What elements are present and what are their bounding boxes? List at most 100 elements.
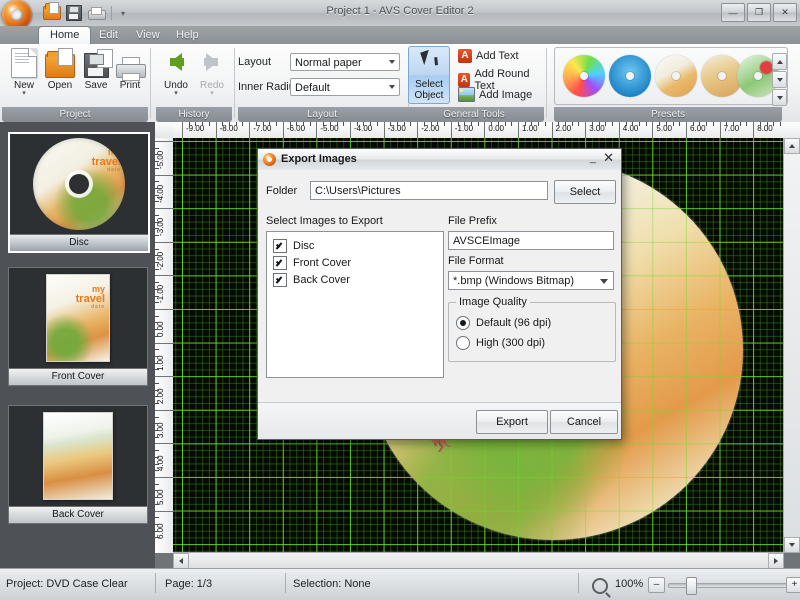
maximize-button[interactable]: ❐: [747, 3, 771, 22]
ruler-minor-tick: [155, 456, 159, 458]
tab-help[interactable]: Help: [165, 26, 210, 44]
ruler-minor-tick: [565, 122, 567, 126]
ruler-minor-tick: [645, 122, 647, 126]
folder-input[interactable]: C:\Users\Pictures: [310, 181, 548, 200]
ruler-minor-tick: [155, 429, 159, 431]
redo-button[interactable]: Redo ▾: [190, 46, 234, 97]
ruler-minor-tick: [497, 122, 499, 126]
ruler-minor-tick: [390, 122, 392, 126]
ruler-tick: [450, 122, 452, 138]
zoom-slider-handle[interactable]: [686, 577, 697, 595]
dialog-minimize-button[interactable]: _: [590, 153, 596, 164]
export-button[interactable]: Export: [476, 410, 548, 434]
add-image-label: Add Image: [479, 88, 533, 101]
status-project: Project: DVD Case Clear: [6, 578, 128, 590]
ruler-minor-tick: [155, 147, 159, 149]
sidebar-item-disc[interactable]: my travel date Disc: [8, 132, 150, 253]
checkbox-row-front-cover[interactable]: Front Cover: [273, 256, 351, 270]
checkbox-row-disc[interactable]: Disc: [273, 239, 314, 253]
ruler-tick: [618, 122, 620, 138]
minimize-button[interactable]: —: [721, 3, 745, 22]
redo-dropdown-caret[interactable]: ▾: [190, 90, 234, 97]
inner-radius-select[interactable]: Default: [290, 78, 400, 96]
canvas-horizontal-scrollbar[interactable]: [173, 552, 784, 569]
status-divider-3: [578, 573, 579, 593]
new-dropdown-caret[interactable]: ▾: [2, 90, 46, 97]
radio-default-quality[interactable]: [456, 316, 470, 330]
presets-scroll-down-button[interactable]: [772, 71, 787, 88]
ruler-minor-tick: [202, 122, 204, 126]
ruler-minor-tick: [706, 122, 708, 126]
ruler-minor-tick: [699, 122, 701, 126]
tab-edit[interactable]: Edit: [88, 26, 129, 44]
checkbox-row-back-cover[interactable]: Back Cover: [273, 273, 350, 287]
checkbox-label-disc: Disc: [293, 240, 315, 252]
checkbox-back-cover[interactable]: [273, 273, 287, 287]
image-quality-group: [448, 302, 616, 362]
add-text-button[interactable]: A Add Text: [458, 49, 519, 63]
ruler-tick: [652, 122, 654, 138]
ruler-minor-tick: [309, 122, 311, 126]
dialog-close-button[interactable]: ✕: [603, 151, 614, 165]
radio-row-high-quality[interactable]: High (300 dpi): [456, 336, 545, 350]
canvas-vertical-scrollbar[interactable]: [783, 138, 800, 553]
ribbon-group-layout: Layout Normal paper Inner Radius Default…: [238, 44, 406, 122]
presets-more-button[interactable]: [772, 89, 787, 106]
layout-select[interactable]: Normal paper: [290, 53, 400, 71]
zoom-out-button[interactable]: –: [648, 577, 665, 593]
ruler-minor-tick: [632, 122, 634, 126]
preset-thumb-2[interactable]: [609, 55, 651, 97]
ruler-minor-tick: [235, 122, 237, 126]
ruler-minor-tick: [155, 329, 159, 331]
sidebar-item-back-cover[interactable]: Back Cover: [8, 405, 148, 524]
presets-scroll-up-button[interactable]: [772, 53, 787, 70]
ruler-minor-tick: [155, 396, 159, 398]
ruler-minor-tick: [470, 122, 472, 126]
ruler-minor-tick: [605, 122, 607, 126]
print-button[interactable]: Print: [108, 46, 152, 91]
select-object-button[interactable]: Select Object: [408, 46, 450, 104]
checkbox-disc[interactable]: [273, 239, 287, 253]
tab-home[interactable]: Home: [38, 26, 92, 45]
ruler-minor-tick: [766, 122, 768, 126]
tab-view[interactable]: View: [125, 26, 171, 44]
scroll-down-button[interactable]: [784, 537, 800, 553]
images-listbox[interactable]: Disc Front Cover Back Cover: [266, 231, 444, 378]
round-text-A-icon: A: [458, 73, 471, 87]
select-folder-button[interactable]: Select: [554, 180, 616, 204]
ruler-minor-tick: [612, 122, 614, 126]
ruler-minor-tick: [598, 122, 600, 126]
presets-gallery: [554, 47, 788, 106]
add-image-button[interactable]: Add Image: [458, 87, 532, 102]
file-format-select[interactable]: *.bmp (Windows Bitmap): [448, 271, 614, 290]
dialog-title-bar: Export Images _ ✕: [258, 149, 621, 171]
ruler-minor-tick: [780, 122, 782, 126]
file-prefix-input[interactable]: AVSCEImage: [448, 231, 614, 250]
sidebar-item-front-cover[interactable]: my travel date Front Cover: [8, 267, 148, 386]
layout-select-value: Normal paper: [295, 57, 362, 69]
radio-high-quality[interactable]: [456, 336, 470, 350]
scroll-up-button[interactable]: [784, 138, 800, 154]
ruler-tick: [155, 510, 173, 512]
ruler-minor-tick: [242, 122, 244, 126]
ruler-minor-tick: [155, 248, 159, 250]
ruler-minor-tick: [155, 288, 159, 290]
preset-thumb-3[interactable]: [655, 55, 697, 97]
zoom-in-button[interactable]: +: [786, 577, 800, 593]
scroll-right-button[interactable]: [768, 553, 784, 569]
radio-row-default-quality[interactable]: Default (96 dpi): [456, 316, 551, 330]
ruler-minor-tick: [289, 122, 291, 126]
checkbox-front-cover[interactable]: [273, 256, 287, 270]
ruler-minor-tick: [155, 369, 159, 371]
close-button[interactable]: ✕: [773, 3, 797, 22]
preset-thumb-1[interactable]: [563, 55, 605, 97]
ribbon-divider-2: [234, 48, 235, 118]
ruler-minor-tick: [726, 122, 728, 126]
disc-thumbnail: my travel date: [10, 134, 148, 234]
ribbon-group-history: Undo ▾ Redo ▾ History: [156, 44, 232, 122]
sidebar-label-disc: Disc: [10, 234, 148, 251]
ruler-minor-tick: [370, 122, 372, 126]
cancel-button[interactable]: Cancel: [550, 410, 618, 434]
ruler-minor-tick: [155, 295, 159, 297]
scroll-left-button[interactable]: [173, 553, 189, 569]
